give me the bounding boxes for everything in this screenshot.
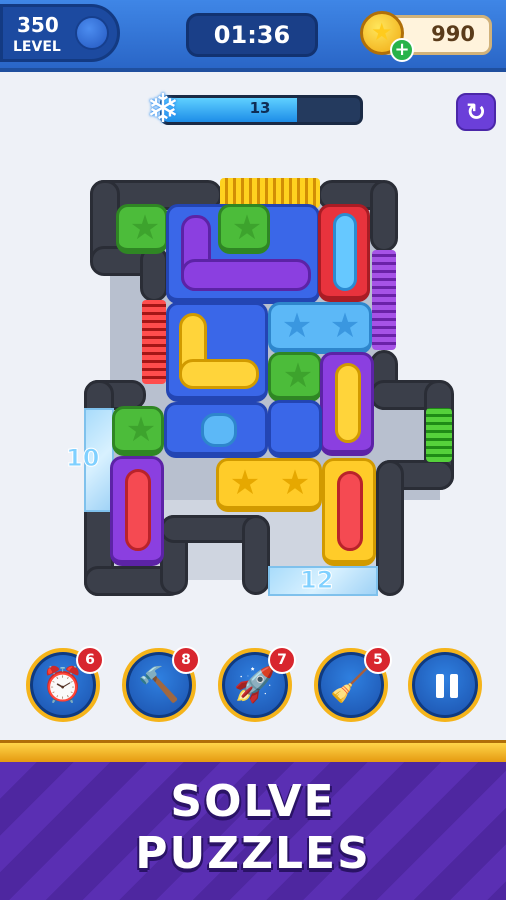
star-icon: ★ [281, 306, 313, 346]
green-star-block[interactable]: ★ [218, 204, 270, 254]
promo-banner: SOLVE PUZZLES [0, 762, 506, 900]
purple-spring-gate [372, 250, 396, 350]
star-icon: ★ [129, 208, 161, 248]
yellow-pill-inner [335, 363, 361, 443]
red-spring-gate [142, 300, 166, 384]
snowflake-icon: ❄ [146, 86, 180, 132]
level-indicator[interactable]: 350 LEVEL [0, 4, 120, 62]
blue-l-block[interactable] [166, 302, 268, 402]
coin-count: 990 [431, 22, 475, 46]
level-number: 350 [17, 13, 59, 37]
booster-count-badge: 5 [364, 646, 392, 674]
ice-left-count: 10 [65, 444, 100, 473]
banner-gold-strip [0, 740, 506, 762]
star-icon: ★ [282, 356, 314, 396]
restart-button[interactable]: ↻ [456, 93, 496, 131]
sky-puzzle-piece [201, 413, 237, 447]
green-star-block[interactable]: ★ [116, 204, 168, 254]
star-icon: ★ [231, 208, 263, 248]
level-knob-icon [75, 16, 109, 50]
purple-l-inner-horizontal [181, 259, 311, 291]
blue-puzzle-block[interactable] [164, 402, 268, 458]
green-star-block[interactable]: ★ [112, 406, 164, 456]
green-spring-gate [426, 408, 452, 462]
yellow-pill-block[interactable] [322, 458, 376, 566]
ice-bottom-count: 12 [299, 566, 334, 595]
booster-vacuum[interactable]: 🧹 5 [314, 646, 392, 722]
purple-pill-block[interactable] [320, 352, 374, 456]
yellow-star-block[interactable]: ★ ★ [216, 458, 322, 512]
restart-icon: ↻ [465, 98, 487, 126]
top-bar: 350 LEVEL 01:36 990 ★ + [0, 0, 506, 72]
red-pill-inner [337, 471, 363, 551]
add-coins-button[interactable]: + [390, 38, 414, 62]
board-wall [140, 246, 168, 302]
pause-button[interactable] [408, 648, 482, 722]
booster-count-badge: 8 [172, 646, 200, 674]
sky-star-block[interactable]: ★ ★ [268, 302, 372, 354]
yellow-l-inner-horizontal [179, 359, 259, 389]
star-icon: ★ [329, 306, 361, 346]
green-star-block[interactable]: ★ [268, 352, 322, 402]
board-wall [242, 515, 270, 595]
board-wall [370, 180, 398, 252]
booster-count-badge: 6 [76, 646, 104, 674]
star-icon: ★ [229, 463, 261, 503]
star-icon: ★ [279, 463, 311, 503]
red-pill-inner [125, 469, 151, 551]
slogan-line-1: SOLVE [170, 776, 336, 827]
booster-count-badge: 7 [268, 646, 296, 674]
red-pill-block[interactable] [318, 204, 370, 302]
slogan-line-2: PUZZLES [135, 828, 371, 879]
purple-pill-block[interactable] [110, 456, 164, 566]
sky-pill-inner [333, 213, 357, 291]
freeze-count: 13 [249, 99, 271, 117]
level-label: LEVEL [13, 39, 61, 55]
booster-rocket[interactable]: 🚀 7 [218, 646, 296, 722]
timer-display: 01:36 [186, 13, 318, 57]
blue-square-block[interactable] [268, 400, 322, 458]
star-icon: ★ [125, 410, 157, 450]
booster-alarm-clock[interactable]: ⏰ 6 [26, 646, 104, 722]
booster-hammer[interactable]: 🔨 8 [122, 646, 200, 722]
board-wall [376, 460, 404, 596]
